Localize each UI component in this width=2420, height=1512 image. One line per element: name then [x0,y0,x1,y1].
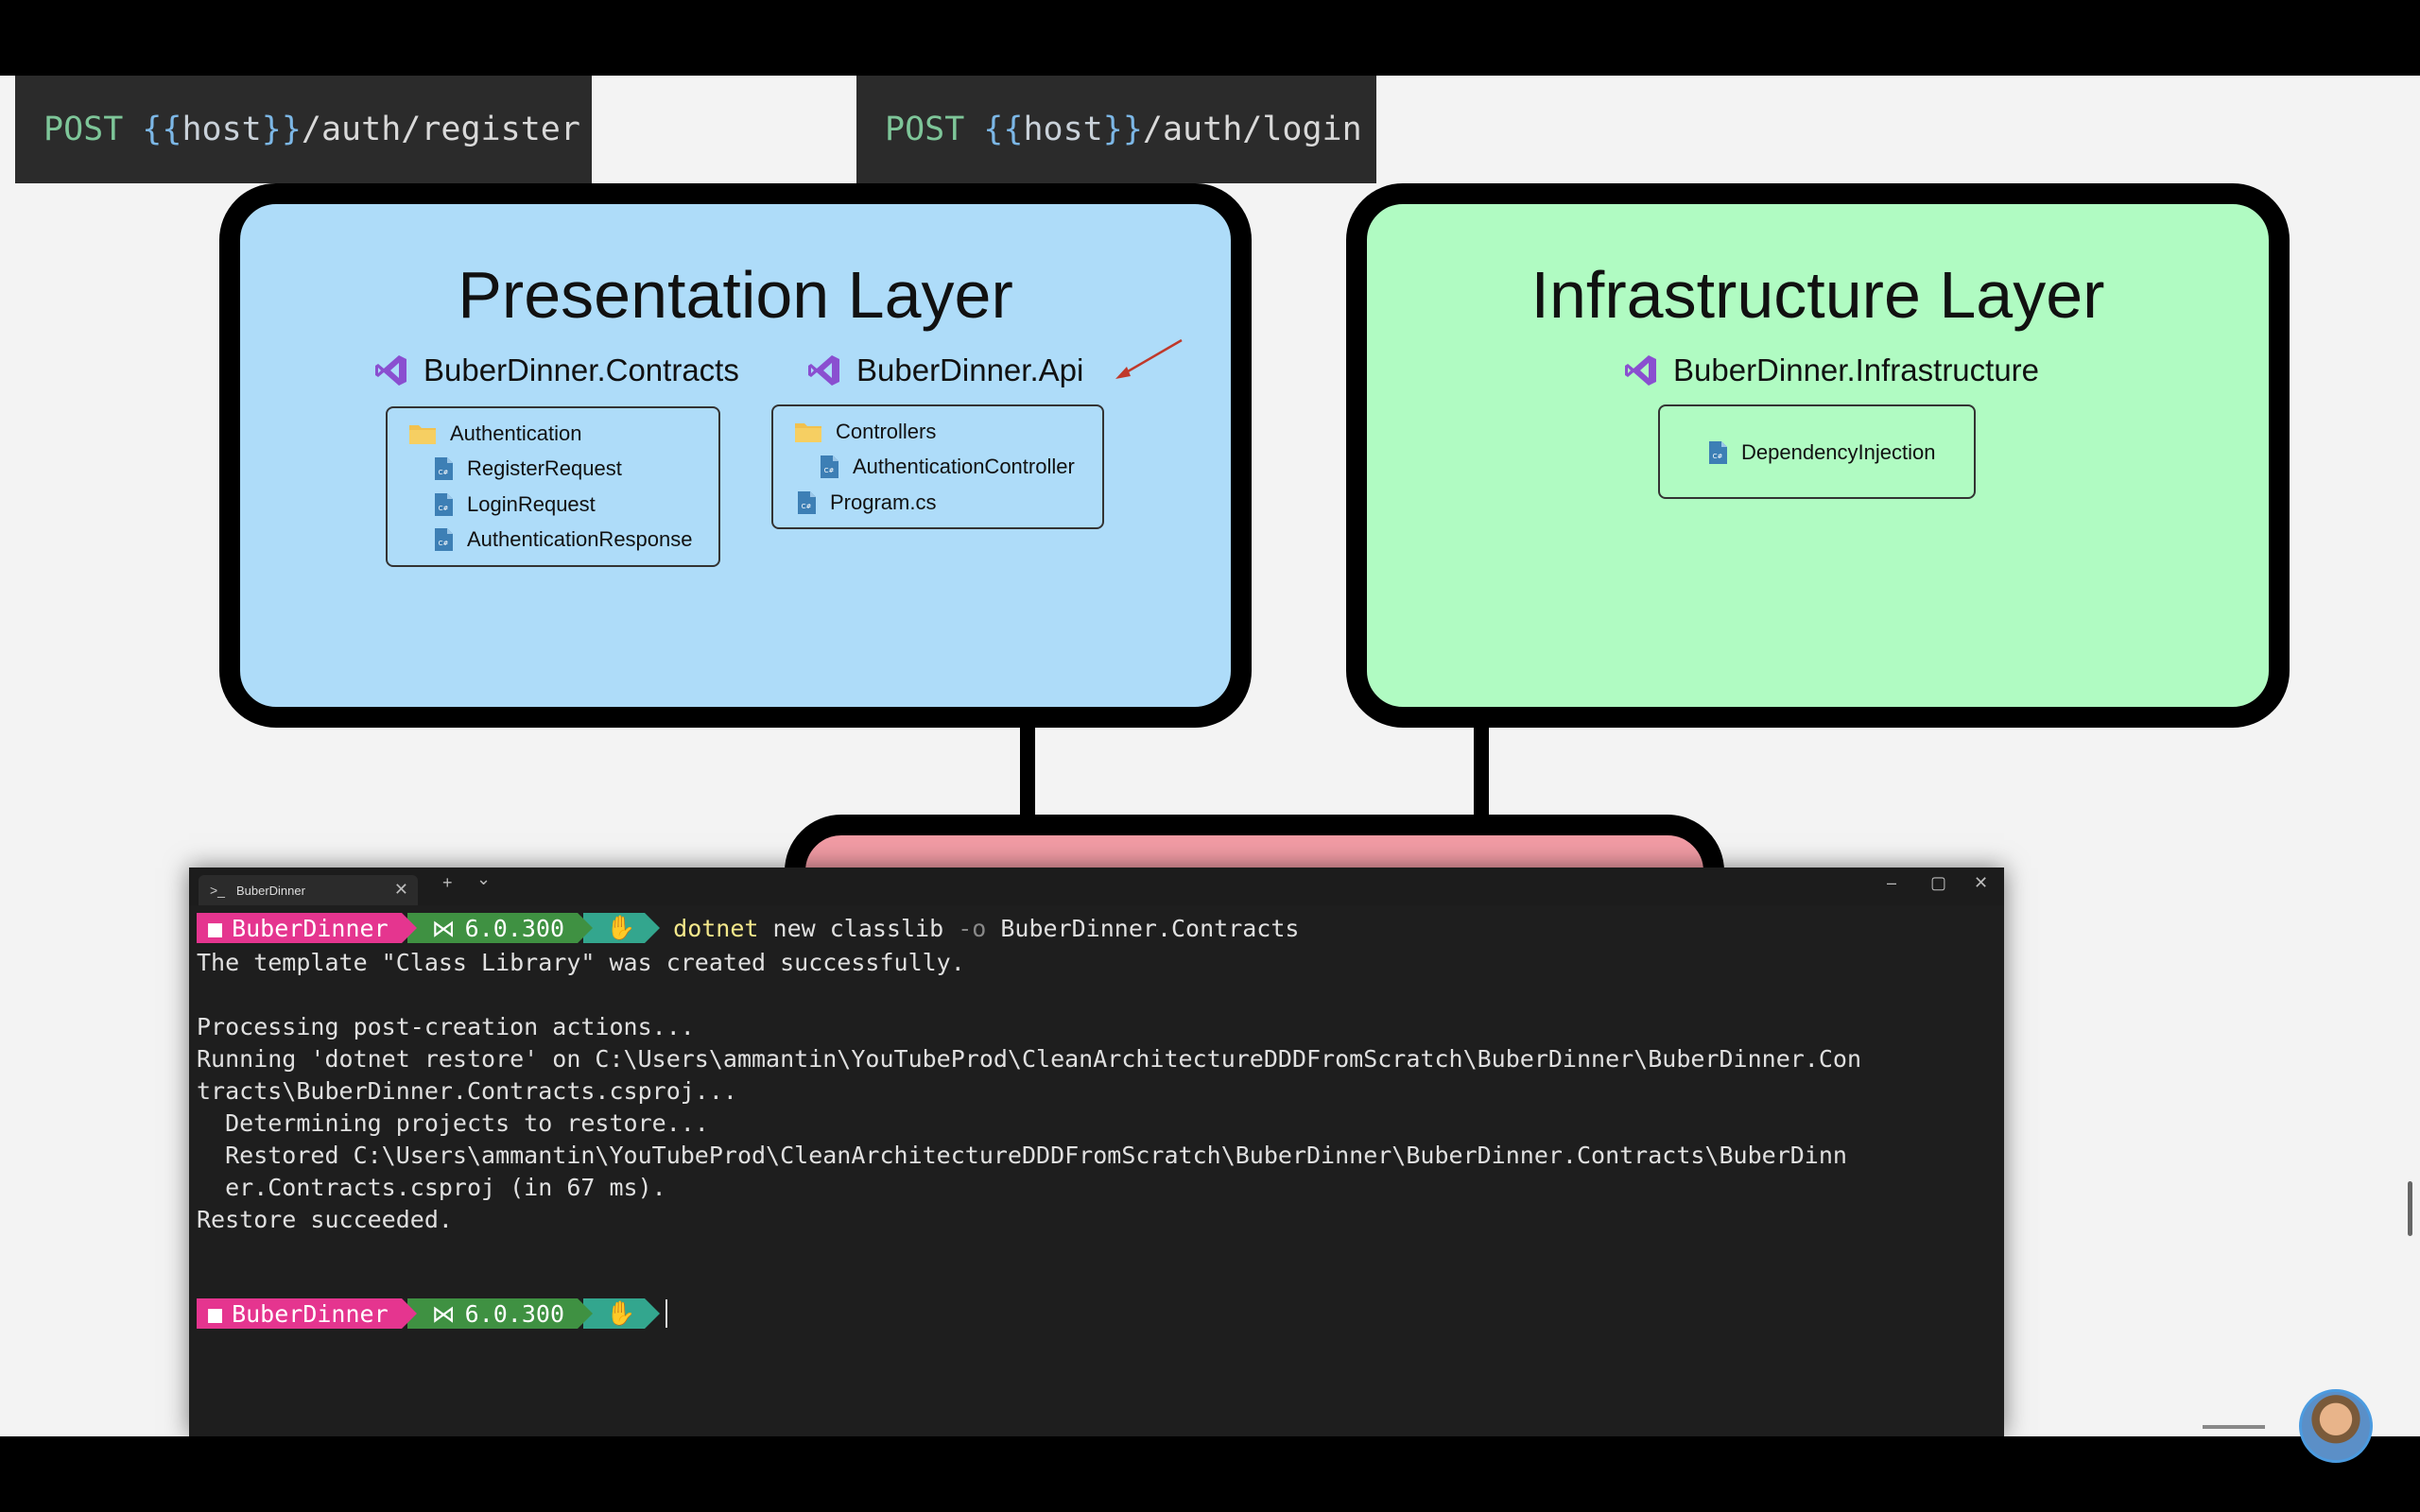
tree-file[interactable]: C# DependencyInjection [1707,440,1935,465]
http-path: /auth/login [1142,111,1362,148]
terminal-icon: >_ [210,883,225,898]
output-line: Running 'dotnet restore' on C:\Users\amm… [197,1045,1861,1073]
progress-indicator [2203,1425,2265,1429]
arrow-shaft-infrastructure [1474,728,1489,818]
tree-folder[interactable]: Authentication [408,421,581,446]
visual-studio-icon [1625,355,1656,386]
svg-text:C#: C# [824,467,835,474]
csharp-file-icon: C# [1709,441,1727,464]
svg-text:C#: C# [802,503,812,510]
terminal-titlebar[interactable]: >_ BuberDinner ✕ + ⌄ – ▢ ✕ [189,868,2004,905]
visual-studio-icon [375,355,406,386]
csharp-file-icon: C# [435,528,453,551]
arrow-shaft-presentation [1020,728,1035,818]
api-project-name: BuberDinner.Api [856,352,1084,387]
output-line: The template "Class Library" was created… [197,949,965,976]
tab-dropdown-button[interactable]: ⌄ [476,869,491,889]
http-verb: POST [43,111,124,148]
infrastructure-layer-title: Infrastructure Layer [1530,258,2105,332]
infrastructure-tree: C# DependencyInjection [1658,404,1976,499]
infrastructure-project: BuberDinner.Infrastructure [1622,352,2039,389]
presentation-layer-title: Presentation Layer [458,258,1013,332]
api-tree: Controllers C# AuthenticationController … [771,404,1104,529]
visual-studio-icon [808,355,839,386]
prompt-line: ■ BuberDinner ⋈ 6.0.300 ✋ dotnet new cla… [197,911,1299,945]
http-verb: POST [885,111,965,148]
api-project: BuberDinner.Api [805,352,1083,389]
http-path: /auth/register [301,111,580,148]
contracts-project-name: BuberDinner.Contracts [424,352,739,387]
csharp-file-icon: C# [798,491,816,514]
tree-file[interactable]: C# Program.cs [796,490,936,515]
command-text: dotnet new classlib -o BuberDinner.Contr… [673,914,1300,942]
csharp-file-icon: C# [435,457,453,480]
output-line: tracts\BuberDinner.Contracts.csproj... [197,1077,737,1105]
hand-icon: ✋ [606,1299,636,1327]
output-line: Restored C:\Users\ammantin\YouTubeProd\C… [197,1142,1847,1169]
output-line: er.Contracts.csproj (in 67 ms). [197,1174,666,1201]
csharp-file-icon: C# [821,455,838,478]
svg-text:C#: C# [439,540,449,547]
output-line: Processing post-creation actions... [197,1013,695,1040]
svg-text:C#: C# [1713,453,1723,460]
terminal-window[interactable]: >_ BuberDinner ✕ + ⌄ – ▢ ✕ ■ BuberDinner… [189,868,2004,1436]
output-line: Determining projects to restore... [197,1109,709,1137]
hand-icon: ✋ [606,914,636,941]
folder-icon [795,423,821,442]
window-close-button[interactable]: ✕ [1974,873,1988,893]
login-request-snippet: POST {{host}}/auth/login [856,76,1376,183]
register-request-snippet: POST {{host}}/auth/register [15,76,592,183]
tree-file[interactable]: C# LoginRequest [433,492,596,517]
prompt-version-segment: ⋈ 6.0.300 [406,913,594,943]
prompt-line: ■ BuberDinner ⋈ 6.0.300 ✋ [197,1297,668,1331]
scrollbar-thumb[interactable] [2408,1181,2412,1236]
tree-file[interactable]: C# AuthenticationResponse [433,527,693,552]
minimize-button[interactable]: – [1887,873,1896,893]
terminal-tab[interactable]: >_ BuberDinner ✕ [199,875,418,905]
prompt-dir-segment: ■ BuberDinner [197,913,417,943]
infrastructure-project-name: BuberDinner.Infrastructure [1673,352,2040,387]
output-line: Restore succeeded. [197,1206,453,1233]
contracts-project: BuberDinner.Contracts [372,352,739,389]
presenter-avatar [2299,1389,2373,1463]
tree-folder[interactable]: Controllers [794,420,936,444]
terminal-tab-title: BuberDinner [235,883,305,898]
maximize-button[interactable]: ▢ [1930,873,1946,893]
folder-segment-icon: ■ [208,914,223,942]
prompt-dir-segment: ■ BuberDinner [197,1298,417,1329]
visual-studio-icon: ⋈ [431,1299,456,1328]
folder-segment-icon: ■ [208,1299,223,1328]
tree-file[interactable]: C# RegisterRequest [433,456,622,481]
new-tab-button[interactable]: + [442,873,453,893]
tab-close-icon[interactable]: ✕ [394,880,408,900]
annotation-arrow [1115,338,1183,379]
contracts-tree: Authentication C# RegisterRequest C# Log… [386,406,720,567]
csharp-file-icon: C# [435,493,453,516]
presentation-layer-box: Presentation Layer BuberDinner.Contracts… [219,183,1252,728]
svg-text:C#: C# [439,505,449,512]
visual-studio-icon: ⋈ [431,914,456,942]
svg-text:C#: C# [439,469,449,476]
tree-file[interactable]: C# AuthenticationController [819,455,1075,479]
terminal-body[interactable]: ■ BuberDinner ⋈ 6.0.300 ✋ dotnet new cla… [189,905,2004,1436]
prompt-version-segment: ⋈ 6.0.300 [406,1298,594,1329]
text-cursor [666,1299,668,1328]
infrastructure-layer-box: Infrastructure Layer BuberDinner.Infrast… [1346,183,2290,728]
folder-icon [409,425,436,444]
